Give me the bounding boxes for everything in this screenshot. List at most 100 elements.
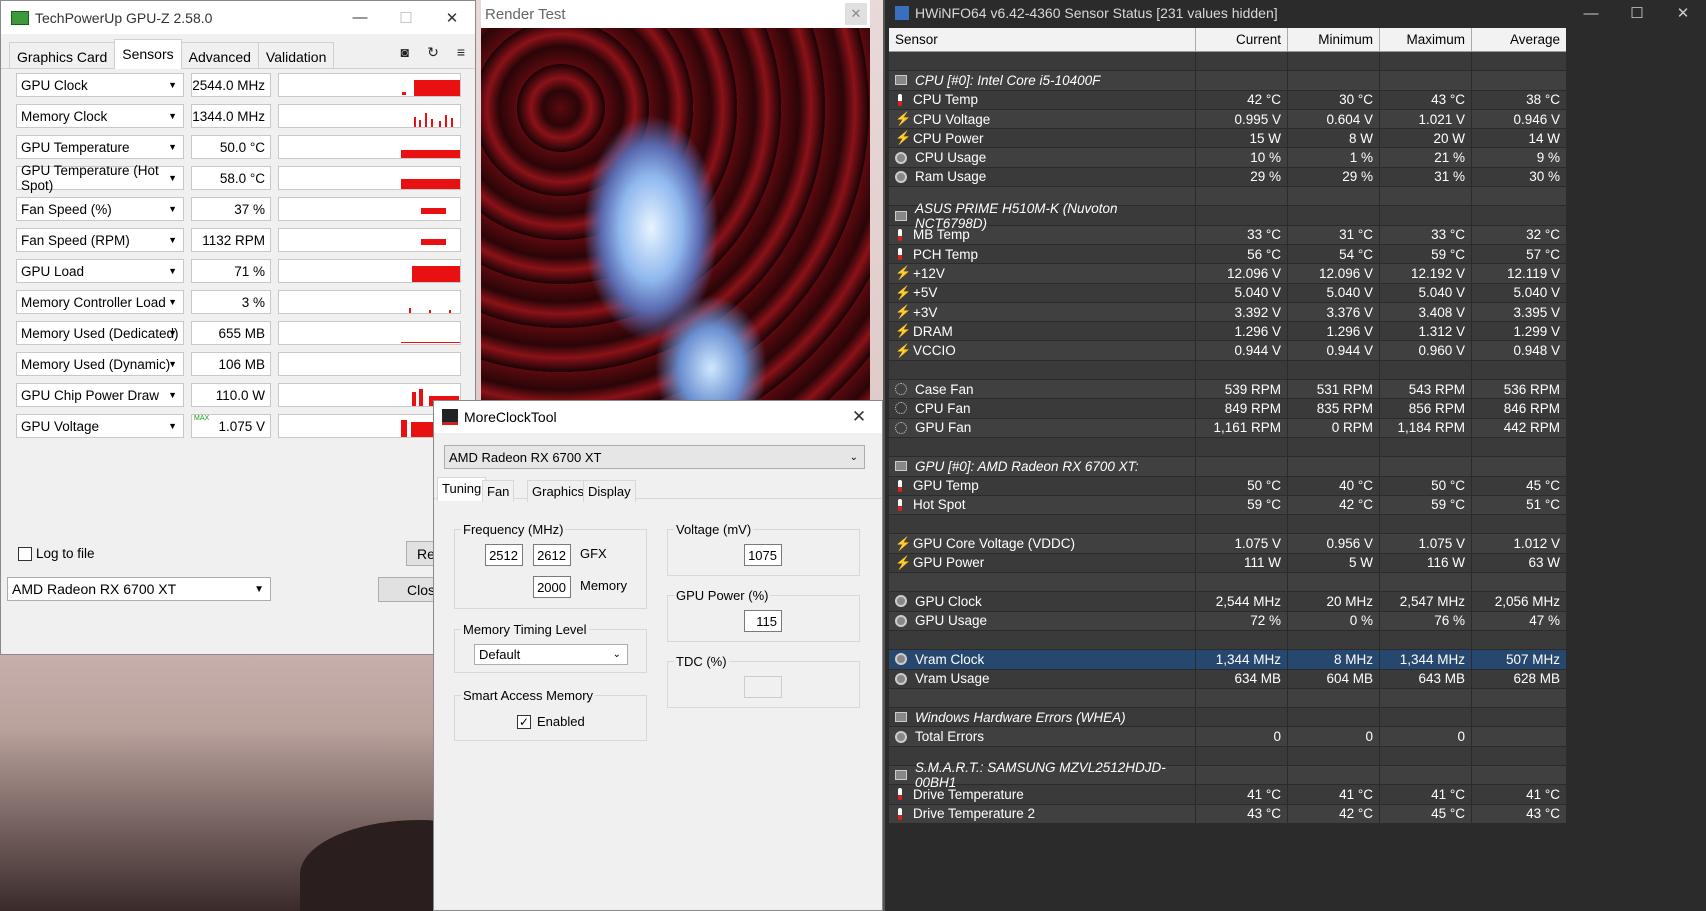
col-maximum[interactable]: Maximum	[1380, 28, 1472, 51]
sensor-name-select[interactable]: Fan Speed (%) ▼	[16, 197, 184, 221]
sensor-row[interactable]: GPU Fan 1,161 RPM 0 RPM 1,184 RPM 442 RPM	[889, 418, 1566, 438]
sensor-group-name: GPU [#0]: AMD Radeon RX 6700 XT:	[915, 458, 1139, 474]
current-value: 539 RPM	[1196, 380, 1288, 399]
menu-icon[interactable]: ≡	[457, 44, 465, 61]
sensor-name-select[interactable]: GPU Load ▼	[16, 259, 184, 283]
sensor-name-select[interactable]: GPU Clock ▼	[16, 73, 184, 97]
sensor-row[interactable]: ⚡ VCCIO 0.944 V 0.944 V 0.960 V 0.948 V	[889, 341, 1566, 361]
memory-timing-select[interactable]: Default ⌄	[474, 644, 628, 665]
sensor-row[interactable]: GPU Usage 72 % 0 % 76 % 47 %	[889, 611, 1566, 631]
sensor-row[interactable]: ⚡ CPU Power 15 W8 W 20 W 14 W	[889, 129, 1566, 149]
mct-gpu-select[interactable]: AMD Radeon RX 6700 XT ⌄	[444, 445, 865, 469]
close-icon[interactable]: ✕	[836, 401, 882, 434]
sensor-name-cell: GPU Clock	[889, 592, 1196, 611]
sensor-row[interactable]: PCH Temp 56 °C 54 °C 59 °C 57 °C	[889, 244, 1566, 265]
camera-icon[interactable]: ◙	[401, 44, 409, 61]
sensor-row[interactable]: ⚡ GPU Power 111 W5 W 116 W 63 W	[889, 553, 1566, 574]
hwinfo-titlebar[interactable]: HWiNFO64 v6.42-4360 Sensor Status [231 v…	[885, 0, 1706, 26]
sensor-name-select[interactable]: GPU Voltage ▼	[16, 414, 184, 438]
sensor-row[interactable]: GPU Temp 50 °C 40 °C 50 °C 45 °C	[889, 476, 1566, 496]
tab-graphics[interactable]: Graphics	[527, 480, 590, 502]
sensor-name: Drive Temperature	[913, 786, 1024, 802]
sensor-name-select[interactable]: Memory Used (Dynamic) ▼	[16, 352, 184, 376]
maximize-icon[interactable]: ☐	[383, 1, 429, 34]
chevron-down-icon: ⌄	[849, 451, 858, 463]
sensor-row[interactable]: Drive Temperature 2 43 °C 42 °C 45 °C 43 °C	[889, 804, 1566, 824]
current-value: 1,344 MHz	[1196, 650, 1288, 669]
voltage-input[interactable]: 1075	[744, 544, 782, 566]
chip-icon	[895, 210, 907, 221]
sensor-row[interactable]: ⚡ GPU Core Voltage (VDDC) 1.075 V 0.956 V 1.…	[889, 534, 1566, 554]
sensor-row[interactable]: CPU Temp 42 °C 30 °C 43 °C 38 °C	[889, 90, 1566, 110]
thermometer-icon	[898, 248, 902, 261]
tab-tuning[interactable]: Tuning	[437, 477, 487, 501]
sensor-value: MAX 1.075 V	[191, 414, 271, 438]
render-test-titlebar[interactable]: Render Test	[481, 0, 870, 28]
tab-sensors[interactable]: Sensors	[114, 39, 182, 69]
sensor-row[interactable]: CPU Usage 10 % 1 % 21 % 9 %	[889, 148, 1566, 168]
close-icon[interactable]: ✕	[845, 3, 867, 25]
maximize-icon[interactable]: ☐	[1614, 0, 1660, 26]
sensor-row[interactable]: ⚡ +12V 12.096 V 12.096 V 12.192 V 12.119 V	[889, 264, 1566, 284]
sensor-row[interactable]: ⚡ CPU Voltage 0.995 V 0.604 V 1.021 V 0.946 V	[889, 109, 1566, 130]
sensor-row[interactable]: Total Errors 0 0 0	[889, 727, 1566, 747]
sensor-group-row[interactable]: Windows Hardware Errors (WHEA)	[889, 708, 1566, 728]
sensor-row[interactable]: CPU Fan 849 RPM 835 RPM 856 RPM 846 RPM	[889, 399, 1566, 419]
tab-advanced[interactable]: Advanced	[180, 42, 259, 68]
sensor-group-row[interactable]: GPU [#0]: AMD Radeon RX 6700 XT:	[889, 457, 1566, 477]
minimize-icon[interactable]: —	[337, 1, 383, 34]
sensor-name-select[interactable]: Memory Used (Dedicated) ▼	[16, 321, 184, 345]
tab-fan[interactable]: Fan	[482, 480, 515, 502]
mct-titlebar[interactable]: MoreClockTool ✕	[434, 401, 882, 433]
sensor-name-select[interactable]: Memory Clock ▼	[16, 104, 184, 128]
sensor-name: GPU Temperature (Hot Spot)	[21, 163, 159, 193]
gpu-select[interactable]: AMD Radeon RX 6700 XT ▼	[7, 577, 271, 601]
sensor-name-select[interactable]: Fan Speed (RPM) ▼	[16, 228, 184, 252]
log-to-file[interactable]: Log to file	[18, 546, 95, 561]
sensor-group-row[interactable]: CPU [#0]: Intel Core i5-10400F	[889, 71, 1566, 91]
sensor-name-select[interactable]: Memory Controller Load ▼	[16, 290, 184, 314]
sensor-name-cell: ⚡ VCCIO	[889, 341, 1196, 360]
sam-toggle[interactable]: ✓ Enabled	[517, 714, 585, 729]
refresh-icon[interactable]: ↻	[427, 44, 439, 61]
maximum-value	[1380, 515, 1472, 534]
sensor-row[interactable]: MB Temp 33 °C 31 °C 33 °C 32 °C	[889, 225, 1566, 245]
gpuz-window: TechPowerUp GPU-Z 2.58.0 — ☐ ✕ Graphics …	[0, 0, 476, 655]
gpu-power-input[interactable]: 115	[744, 610, 782, 632]
gpuz-titlebar[interactable]: TechPowerUp GPU-Z 2.58.0 — ☐ ✕	[1, 1, 475, 34]
freq-min-input[interactable]: 2512	[485, 544, 523, 566]
sensor-group-row[interactable]: ASUS PRIME H510M-K (Nuvoton NCT6798D)	[889, 201, 1566, 231]
tab-graphics-card[interactable]: Graphics Card	[9, 42, 116, 68]
sensor-row[interactable]: Drive Temperature 41 °C 41 °C 41 °C 41 °C	[889, 785, 1566, 805]
memory-freq-input[interactable]: 2000	[533, 576, 571, 598]
col-average[interactable]: Average	[1472, 28, 1566, 51]
freq-max-input[interactable]: 2612	[533, 544, 571, 566]
sensor-row[interactable]: Vram Clock 1,344 MHz 8 MHz 1,344 MHz 507 MHz	[889, 650, 1566, 670]
sensor-row[interactable]: Case Fan 539 RPM 531 RPM 543 RPM 536 RPM	[889, 380, 1566, 400]
sensor-name-select[interactable]: GPU Temperature ▼	[16, 135, 184, 159]
close-icon[interactable]: ✕	[429, 1, 475, 34]
col-current[interactable]: Current	[1196, 28, 1288, 51]
sensor-name-select[interactable]: GPU Temperature (Hot Spot) ▼	[16, 163, 184, 193]
sensor-row[interactable]: GPU Clock 2,544 MHz 20 MHz 2,547 MHz 2,056 M…	[889, 592, 1566, 612]
sensor-group-row[interactable]: S.M.A.R.T.: SAMSUNG MZVL2512HDJD-00BH1	[889, 760, 1566, 790]
close-icon[interactable]: ✕	[1660, 0, 1706, 26]
sensor-row[interactable]: Ram Usage 29 % 29 % 31 % 30 %	[889, 167, 1566, 188]
tab-validation[interactable]: Validation	[257, 42, 335, 68]
sensor-row[interactable]: ⚡ +3V 3.392 V 3.376 V 3.408 V 3.395 V	[889, 302, 1566, 323]
checkmark-icon[interactable]: ✓	[517, 714, 531, 729]
log-to-file-checkbox[interactable]	[18, 546, 32, 561]
col-sensor[interactable]: Sensor	[889, 28, 1196, 51]
sensor-row[interactable]: Hot Spot 59 °C 42 °C 59 °C 51 °C	[889, 495, 1566, 516]
minimum-value	[1288, 206, 1380, 225]
minimize-icon[interactable]: —	[1568, 0, 1614, 26]
sensor-row[interactable]: ⚡ DRAM 1.296 V 1.296 V 1.312 V 1.299 V	[889, 322, 1566, 342]
sensor-name-select[interactable]: GPU Chip Power Draw ▼	[16, 383, 184, 407]
average-value	[1472, 727, 1566, 745]
sensor-name: Memory Clock	[21, 108, 108, 124]
col-minimum[interactable]: Minimum	[1288, 28, 1380, 51]
sensor-row[interactable]: ⚡ +5V 5.040 V 5.040 V 5.040 V 5.040 V	[889, 283, 1566, 303]
tab-display[interactable]: Display	[583, 480, 636, 502]
sensor-row[interactable]: Vram Usage 634 MB 604 MB 643 MB 628 MB	[889, 669, 1566, 689]
spacer-row	[889, 688, 1566, 709]
